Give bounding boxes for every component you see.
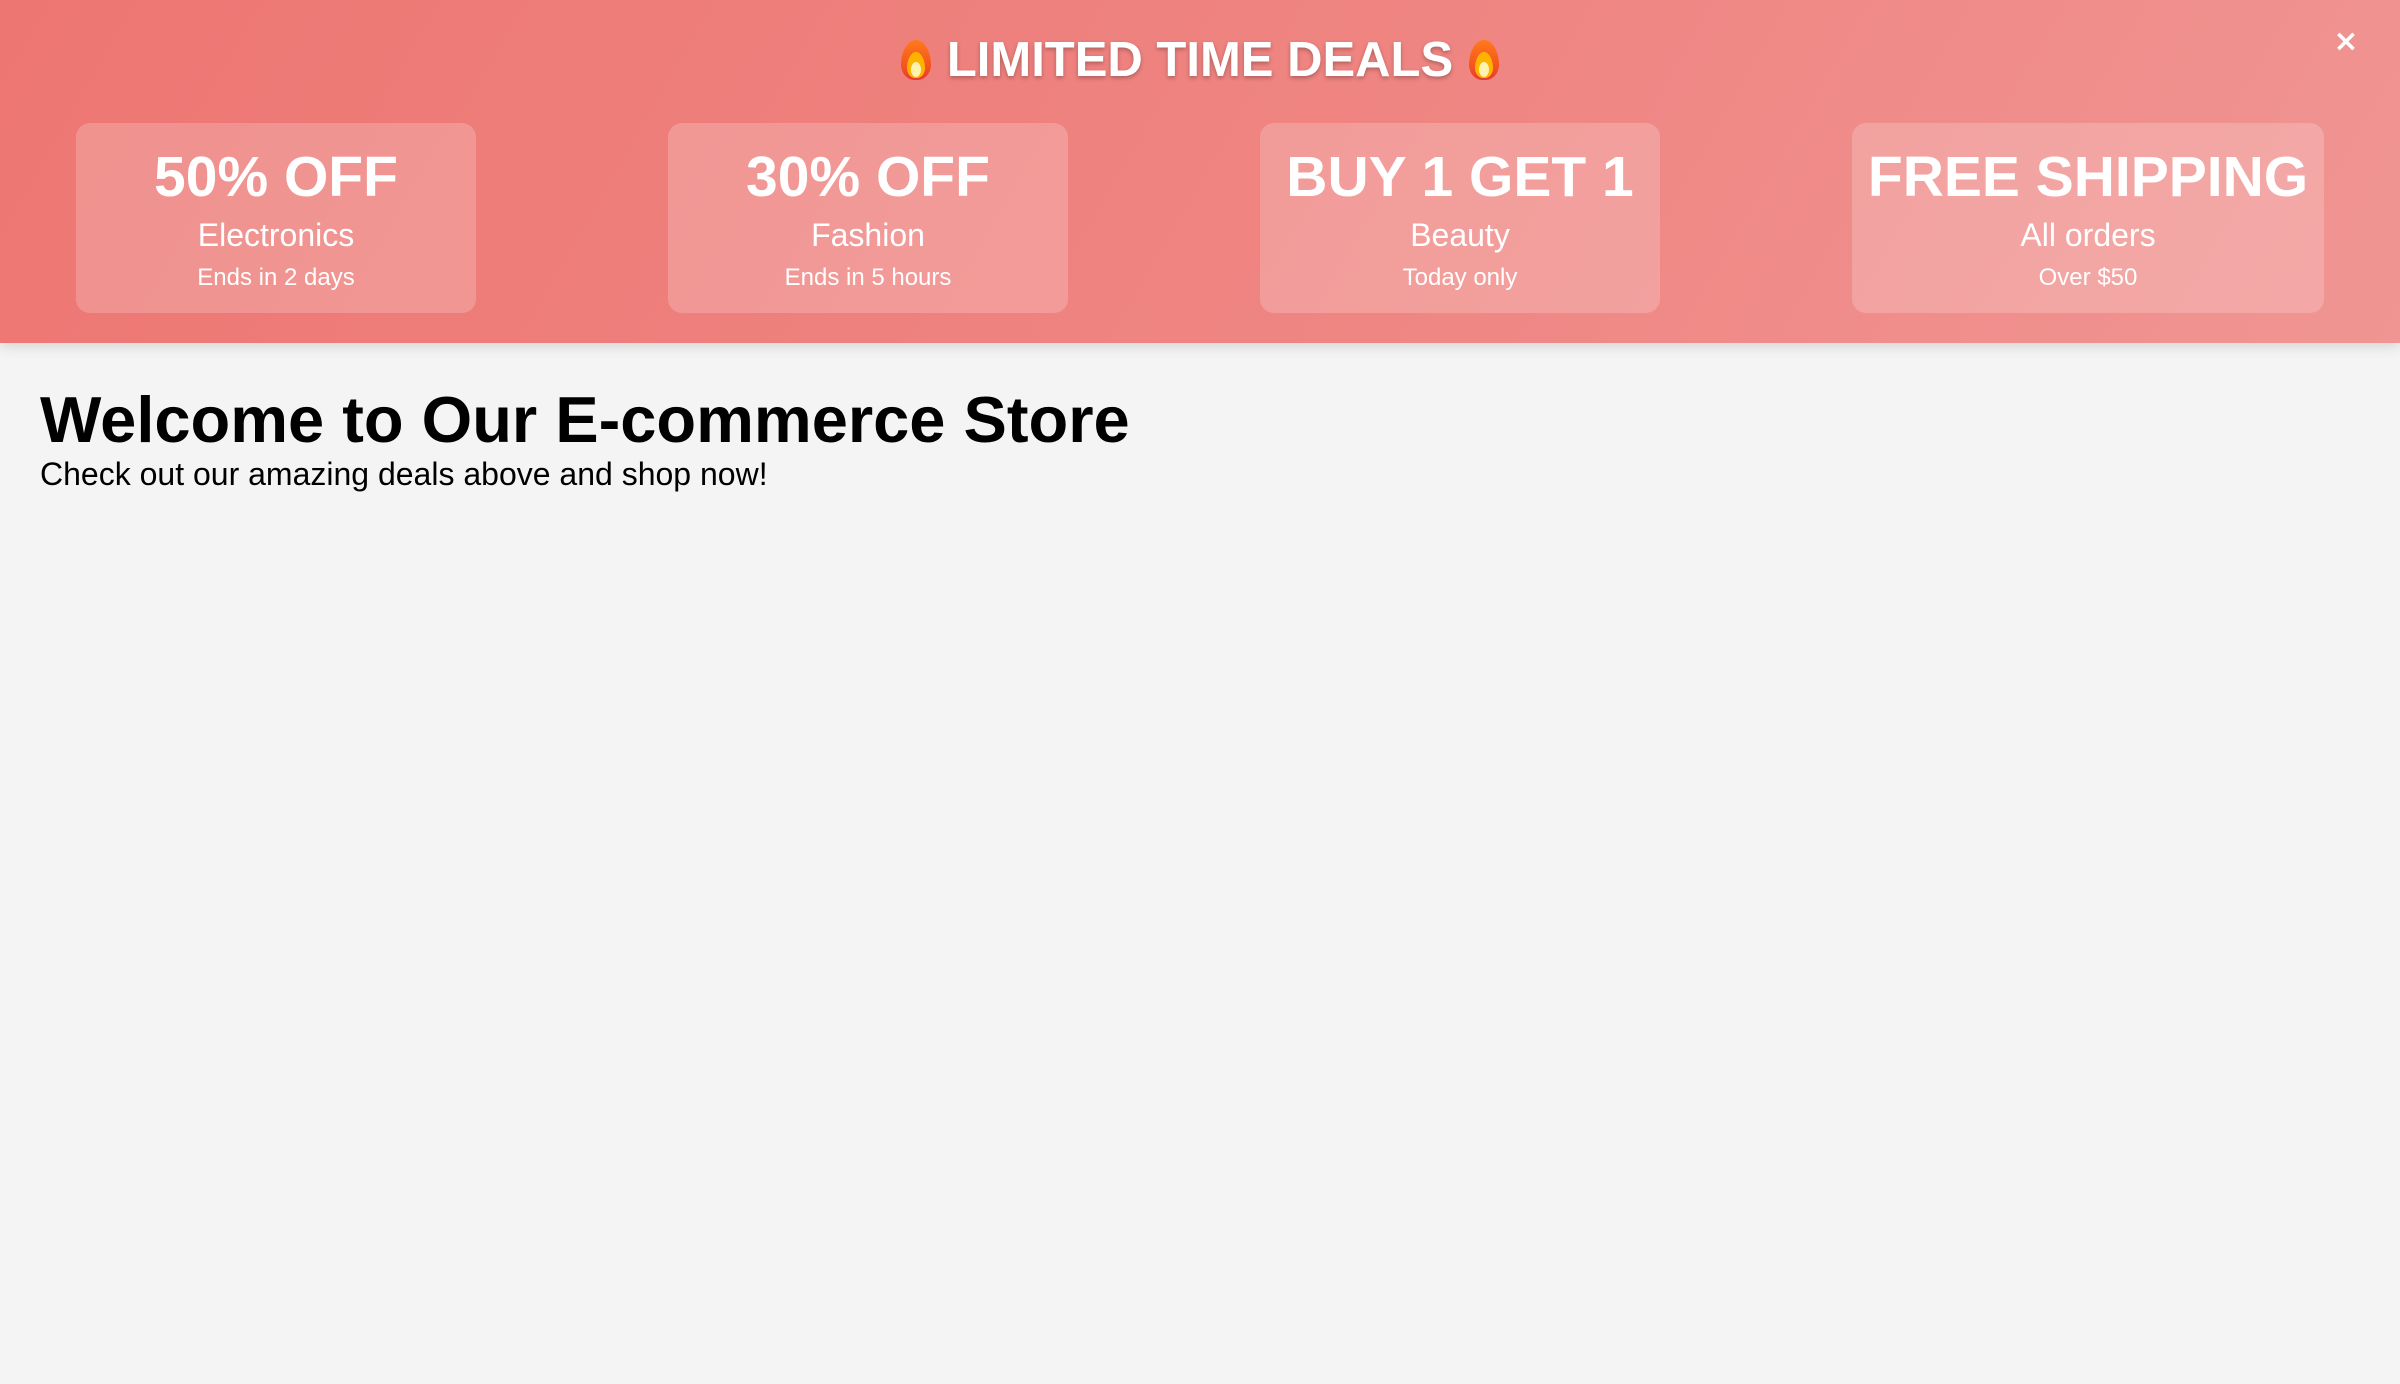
deal-card-fashion[interactable]: 30% OFF Fashion Ends in 5 hours — [668, 123, 1068, 313]
fire-icon — [899, 36, 933, 82]
deal-category: Fashion — [811, 217, 925, 253]
deal-card-free-shipping[interactable]: FREE SHIPPING All orders Over $50 — [1852, 123, 2324, 313]
deal-note: Today only — [1402, 264, 1518, 291]
deal-category: All orders — [2020, 217, 2156, 253]
deal-headline: 50% OFF — [154, 145, 398, 209]
deal-headline: BUY 1 GET 1 — [1286, 145, 1634, 209]
deal-card-beauty[interactable]: BUY 1 GET 1 Beauty Today only — [1260, 123, 1660, 313]
deals-banner: LIMITED TIME DEALS × 50% OFF Electronics… — [0, 0, 2400, 343]
deal-headline: FREE SHIPPING — [1867, 145, 2309, 209]
deal-headline: 30% OFF — [746, 145, 990, 209]
deal-note: Ends in 5 hours — [784, 264, 952, 291]
deal-category: Electronics — [197, 217, 355, 253]
fire-icon — [1467, 36, 1501, 82]
banner-title-text: LIMITED TIME DEALS — [946, 33, 1454, 87]
deal-category: Beauty — [1410, 217, 1510, 253]
deal-note: Over $50 — [2038, 264, 2138, 291]
deal-note: Ends in 2 days — [197, 264, 355, 291]
banner-title: LIMITED TIME DEALS — [0, 28, 2400, 92]
page-title: Welcome to Our E-commerce Store — [40, 383, 1130, 456]
close-icon[interactable]: × — [2326, 22, 2366, 62]
deal-card-electronics[interactable]: 50% OFF Electronics Ends in 2 days — [76, 123, 476, 313]
page-subtitle: Check out our amazing deals above and sh… — [40, 456, 768, 492]
